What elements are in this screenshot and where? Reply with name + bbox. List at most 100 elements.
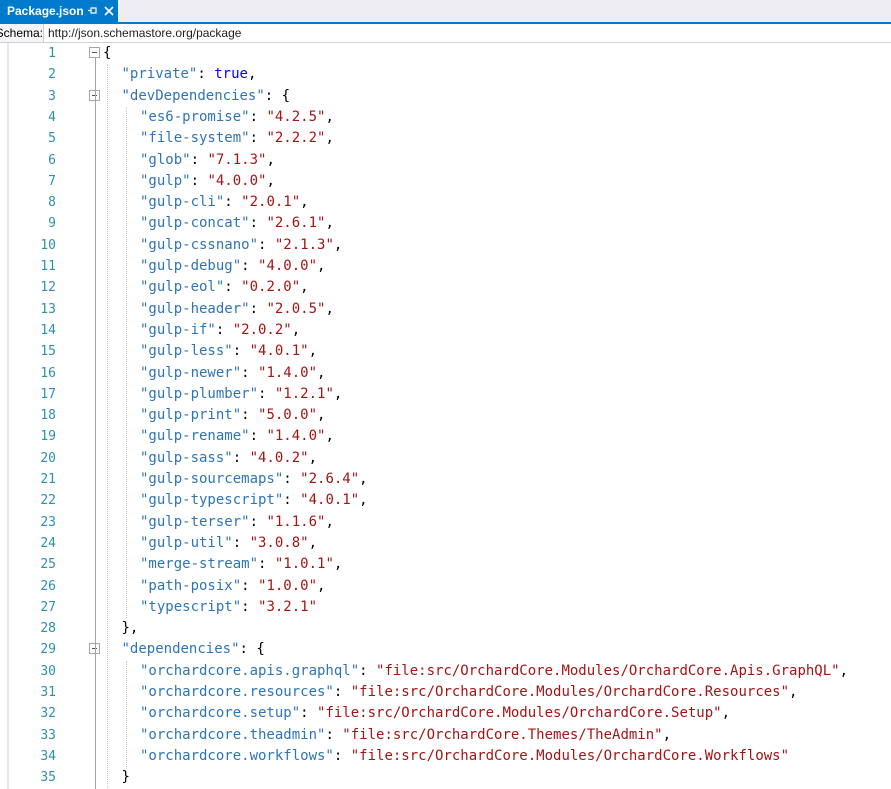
code-text: "path-posix": "1.0.0", (140, 576, 325, 597)
json-string: "1.1.6" (266, 513, 326, 530)
code-text: "gulp-terser": "1.1.6", (140, 512, 334, 533)
line-number: 14 (40, 322, 56, 338)
schema-url-input[interactable]: http://json.schemastore.org/package (46, 24, 891, 42)
json-key: "gulp-cli" (140, 194, 225, 211)
json-punct: : (249, 130, 267, 147)
code-text: "gulp-concat": "2.6.1", (140, 213, 334, 234)
json-key: "devDependencies" (121, 87, 265, 104)
json-key: "gulp-if" (140, 321, 216, 338)
json-string: "4.0.1" (300, 492, 360, 509)
line-number: 35 (40, 770, 56, 786)
json-punct: : (190, 151, 208, 168)
json-punct: : (241, 598, 259, 615)
code-line: 1{ (0, 43, 891, 64)
code-text: "gulp-sass": "4.0.2", (140, 448, 317, 469)
indent-guide (126, 660, 127, 768)
line-number: 1 (48, 46, 56, 61)
json-punct: : (224, 279, 242, 296)
code-text: "gulp-rename": "1.4.0", (140, 426, 334, 447)
line-number: 20 (40, 450, 56, 466)
json-punct: , (662, 726, 672, 743)
code-line: 2 "private": true, (0, 64, 891, 85)
code-text: "gulp-debug": "4.0.0", (140, 256, 325, 277)
json-key: "gulp-util" (140, 534, 233, 551)
json-key: "gulp-rename" (140, 428, 250, 445)
code-line: 33 "orchardcore.theadmin": "file:src/Orch… (0, 725, 891, 746)
line-number: 25 (40, 557, 56, 573)
code-text: "glob": "7.1.3", (140, 150, 275, 171)
json-punct: , (325, 215, 334, 232)
code-text: "orchardcore.theadmin": "file:src/Orchar… (140, 725, 671, 746)
json-literal: true (214, 66, 248, 83)
json-punct: : (359, 662, 377, 679)
json-punct: : (249, 300, 267, 317)
code-line: 22 "gulp-typescript": "4.0.1", (0, 490, 891, 511)
json-key: "typescript" (140, 598, 242, 615)
line-number: 16 (40, 365, 56, 381)
line-number: 6 (48, 152, 56, 168)
line-number: 13 (40, 301, 56, 317)
line-number: 11 (40, 259, 56, 274)
line-number: 28 (40, 621, 56, 637)
json-punct: , (247, 66, 257, 83)
json-punct: : (325, 726, 343, 743)
code-editor[interactable]: 1{2 "private": true, 3 "devDependencies": {… (0, 43, 891, 789)
code-text: { (103, 43, 111, 64)
code-line: 24 "gulp-util": "3.0.8", (0, 533, 891, 554)
json-punct: , (291, 321, 301, 338)
code-text: "dependencies": { (122, 639, 265, 660)
code-line: 25 "merge-stream": "1.0.1", (0, 554, 891, 575)
json-key: "merge-stream" (140, 556, 259, 573)
pin-icon[interactable] (86, 4, 99, 17)
json-punct: , (333, 556, 343, 573)
json-string: "1.4.0" (258, 364, 318, 381)
json-punct: : (333, 684, 351, 700)
json-punct: : { (239, 641, 265, 658)
code-line: 20 "gulp-sass": "4.0.2", (0, 448, 891, 469)
line-number: 31 (40, 685, 56, 700)
fold-toggle-icon[interactable] (89, 47, 100, 58)
json-punct: , (300, 279, 309, 296)
json-punct: , (839, 662, 849, 679)
json-string: "2.0.5" (266, 300, 326, 317)
json-punct: : (232, 449, 250, 466)
json-punct: : (333, 747, 351, 764)
json-punct: , (308, 343, 318, 360)
code-text: "gulp-eol": "0.2.0", (140, 277, 309, 298)
code-line: 13 "gulp-header": "2.0.5", (0, 299, 891, 320)
line-number: 21 (40, 472, 56, 487)
json-string: "4.0.0" (258, 258, 318, 274)
json-punct: , (317, 407, 326, 424)
json-punct: , (325, 300, 334, 317)
code-text: "orchardcore.setup": "file:src/OrchardCo… (140, 703, 730, 724)
code-text: "merge-stream": "1.0.1", (140, 554, 342, 575)
code-line: 35} (0, 767, 891, 788)
json-key: "gulp-plumber" (140, 385, 259, 402)
json-key: "glob" (140, 151, 191, 168)
code-line: 26 "path-posix": "1.0.0", (0, 576, 891, 597)
json-punct: : (249, 428, 267, 445)
close-icon[interactable] (102, 4, 115, 17)
json-string: "3.2.1" (258, 598, 318, 615)
json-punct: , (789, 684, 798, 700)
code-text: "file-system": "2.2.2", (140, 128, 334, 149)
code-line: 8 "gulp-cli": "2.0.1", (0, 192, 891, 213)
line-number: 12 (40, 280, 56, 296)
code-text: "gulp-cssnano": "2.1.3", (140, 235, 342, 256)
code-line: 11 "gulp-debug": "4.0.0", (0, 256, 891, 277)
json-string: "2.0.2" (232, 321, 292, 338)
code-text: "gulp-util": "3.0.8", (140, 533, 317, 554)
tab-package-json[interactable]: Package.json (0, 0, 118, 22)
json-string: "file:src/OrchardCore.Modules/OrchardCor… (317, 705, 722, 722)
code-text: "typescript": "3.2.1" (140, 597, 317, 618)
json-string: "4.2.5" (266, 108, 326, 125)
json-punct: : (300, 705, 318, 722)
code-text: "orchardcore.workflows": "file:src/Orcha… (140, 746, 789, 767)
json-string: "2.1.3" (274, 236, 334, 253)
code-line: 4 "es6-promise": "4.2.5", (0, 107, 891, 128)
line-number: 22 (40, 493, 56, 509)
json-key: "gulp-sourcemaps" (140, 471, 284, 487)
code-line: 16 "gulp-newer": "1.4.0", (0, 363, 891, 384)
json-string: "file:src/OrchardCore.Modules/OrchardCor… (350, 747, 790, 764)
line-number: 3 (48, 88, 56, 104)
